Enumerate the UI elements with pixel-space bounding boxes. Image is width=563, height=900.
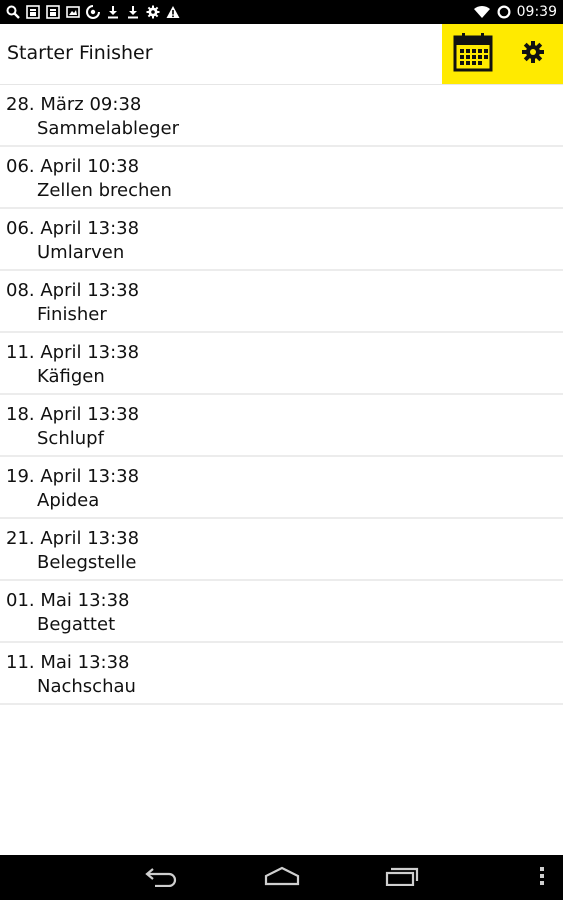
gear-icon: [521, 40, 545, 68]
warning-icon: [166, 5, 180, 19]
status-bar-notifications: [6, 5, 180, 19]
list-item[interactable]: 06. April 13:38 Umlarven: [0, 209, 563, 271]
app-title: Starter Finisher: [7, 42, 153, 64]
item-date: 11. April 13:38: [6, 342, 140, 363]
item-date: 11. Mai 13:38: [6, 652, 130, 673]
settings-button[interactable]: [503, 24, 563, 84]
list-item[interactable]: 11. Mai 13:38 Nachschau: [0, 643, 563, 705]
item-date: 18. April 13:38: [6, 404, 140, 425]
wifi-icon: [473, 5, 491, 19]
item-label: Schlupf: [37, 428, 104, 449]
home-button[interactable]: [250, 855, 314, 900]
list-item[interactable]: 08. April 13:38 Finisher: [0, 271, 563, 333]
calendar-icon: [453, 32, 493, 76]
clock: 09:39: [516, 4, 557, 20]
item-label: Zellen brechen: [37, 180, 172, 201]
item-date: 06. April 10:38: [6, 156, 140, 177]
item-label: Belegstelle: [37, 552, 137, 573]
item-label: Apidea: [37, 490, 100, 511]
back-button[interactable]: [130, 855, 194, 900]
item-label: Käfigen: [37, 366, 105, 387]
status-bar: 09:39: [0, 0, 563, 24]
list-item[interactable]: 28. März 09:38 Sammelableger: [0, 85, 563, 147]
list-item[interactable]: 06. April 10:38 Zellen brechen: [0, 147, 563, 209]
download-icon: [106, 5, 120, 19]
navigation-bar: [0, 855, 563, 900]
notification-icon: [26, 5, 40, 19]
item-label: Umlarven: [37, 242, 125, 263]
recents-icon: [385, 866, 419, 890]
action-buttons: [442, 24, 563, 84]
recents-button[interactable]: [370, 855, 434, 900]
calendar-button[interactable]: [442, 24, 503, 84]
notification-icon-2: [46, 5, 60, 19]
item-date: 08. April 13:38: [6, 280, 140, 301]
download-icon-2: [126, 5, 140, 19]
list-item[interactable]: 19. April 13:38 Apidea: [0, 457, 563, 519]
schedule-list: 28. März 09:38 Sammelableger 06. April 1…: [0, 85, 563, 705]
overflow-menu-icon: [539, 866, 545, 890]
item-date: 19. April 13:38: [6, 466, 140, 487]
item-date: 01. Mai 13:38: [6, 590, 130, 611]
item-label: Finisher: [37, 304, 107, 325]
list-item[interactable]: 01. Mai 13:38 Begattet: [0, 581, 563, 643]
status-bar-system: 09:39: [473, 4, 557, 20]
home-icon: [264, 866, 300, 890]
action-bar: Starter Finisher: [0, 24, 563, 85]
list-item[interactable]: 11. April 13:38 Käfigen: [0, 333, 563, 395]
item-label: Sammelableger: [37, 118, 180, 139]
item-label: Nachschau: [37, 676, 136, 697]
item-date: 06. April 13:38: [6, 218, 140, 239]
android-icon: [146, 5, 160, 19]
search-icon: [6, 5, 20, 19]
sync-icon: [86, 5, 100, 19]
item-label: Begattet: [37, 614, 116, 635]
battery-icon: [497, 5, 511, 19]
list-item[interactable]: 18. April 13:38 Schlupf: [0, 395, 563, 457]
image-icon: [66, 5, 80, 19]
list-item[interactable]: 21. April 13:38 Belegstelle: [0, 519, 563, 581]
item-date: 21. April 13:38: [6, 528, 140, 549]
back-icon: [145, 865, 179, 891]
item-date: 28. März 09:38: [6, 94, 142, 115]
overflow-menu-button[interactable]: [528, 855, 556, 900]
